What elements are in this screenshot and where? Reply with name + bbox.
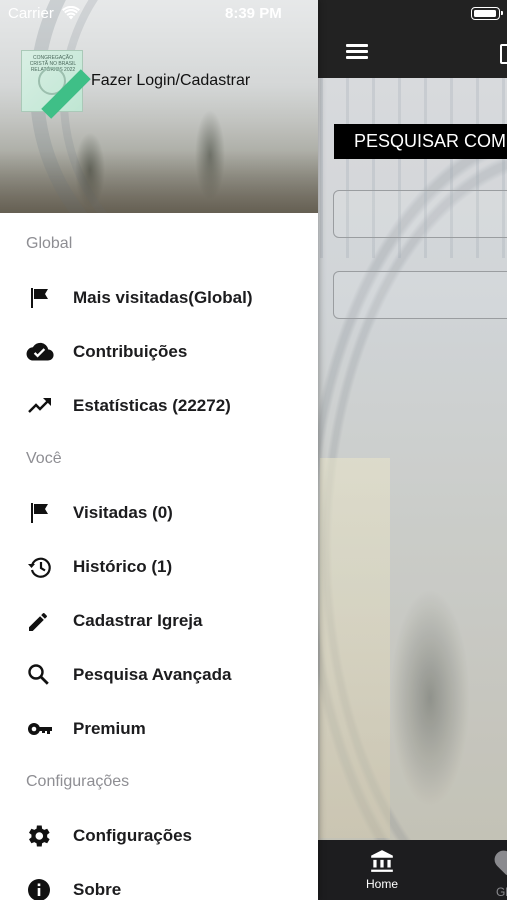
menu-item-label: Contribuições <box>73 342 188 361</box>
menu-item-about[interactable]: Sobre <box>0 867 318 900</box>
menu-line <box>346 44 368 47</box>
location-pin-icon <box>490 846 507 876</box>
menu-item-settings[interactable]: Configurações <box>0 813 318 859</box>
carrier-label: Carrier <box>8 5 54 22</box>
menu-item-label: Mais visitadas(Global) <box>73 288 253 307</box>
gear-icon <box>29 825 50 847</box>
menu-item-label: Sobre <box>73 880 122 899</box>
info-icon <box>28 879 50 900</box>
tab-home[interactable]: Home <box>362 848 402 900</box>
menu-line <box>346 56 368 59</box>
menu-item-advanced-search[interactable]: Pesquisa Avançada <box>0 652 318 698</box>
header-shade <box>0 150 318 213</box>
app-screen: PESQUISAR COMUNIDADES Home Gl Carr <box>0 0 507 900</box>
tab-global[interactable]: Gl <box>490 846 507 900</box>
bank-icon <box>371 850 393 872</box>
section-title-global: Global <box>26 235 73 252</box>
wifi-icon <box>62 6 80 20</box>
section-title-configuracoes: Configurações <box>26 773 130 790</box>
battery-icon <box>471 7 503 20</box>
menu-item-history[interactable]: Histórico (1) <box>0 544 318 590</box>
flag-icon <box>31 288 48 308</box>
menu-item-contributions[interactable]: Contribuições <box>0 329 318 375</box>
history-icon <box>28 557 51 578</box>
menu-item-label: Histórico (1) <box>73 557 173 576</box>
trending-up-icon <box>28 398 51 413</box>
hamburger-menu-button[interactable] <box>344 38 372 66</box>
menu-item-register-church[interactable]: Cadastrar Igreja <box>0 598 318 644</box>
pencil-icon <box>29 613 47 631</box>
status-time: 8:39 PM <box>225 5 282 22</box>
menu-item-premium[interactable]: Premium <box>0 706 318 752</box>
menu-line <box>346 50 368 53</box>
cloud-done-icon <box>26 342 54 361</box>
login-register-link[interactable]: Fazer Login/Cadastrar <box>91 72 250 90</box>
key-icon <box>28 723 52 735</box>
menu-item-label: Cadastrar Igreja <box>73 611 203 630</box>
menu-item-label: Visitadas (0) <box>73 503 173 522</box>
toolbar-action-icon[interactable] <box>500 44 507 64</box>
tab-home-label: Home <box>365 877 398 891</box>
menu-item-visited[interactable]: Visitadas (0) <box>0 490 318 536</box>
section-title-voce: Você <box>26 450 62 467</box>
menu-item-most-visited-global[interactable]: Mais visitadas(Global) <box>0 275 318 321</box>
navigation-drawer: Carrier 8:39 PM CONGREGAÇÃO CRISTÃ NO BR… <box>0 0 318 900</box>
menu-item-statistics[interactable]: Estatísticas (22272) <box>0 383 318 429</box>
search-icon <box>28 664 49 685</box>
menu-item-label: Estatísticas (22272) <box>73 396 231 415</box>
tab-global-label: Gl <box>496 885 507 899</box>
menu-item-label: Premium <box>73 719 146 738</box>
flag-icon <box>31 503 48 523</box>
drawer-scrim[interactable] <box>318 78 507 840</box>
bottom-tab-bar: Home Gl <box>318 840 507 900</box>
menu-item-label: Configurações <box>73 826 193 845</box>
app-logo: CONGREGAÇÃO CRISTÃ NO BRASIL RELATÓRIOS … <box>21 50 91 119</box>
drawer-header: Carrier 8:39 PM CONGREGAÇÃO CRISTÃ NO BR… <box>0 0 318 213</box>
menu-item-label: Pesquisa Avançada <box>73 665 232 684</box>
